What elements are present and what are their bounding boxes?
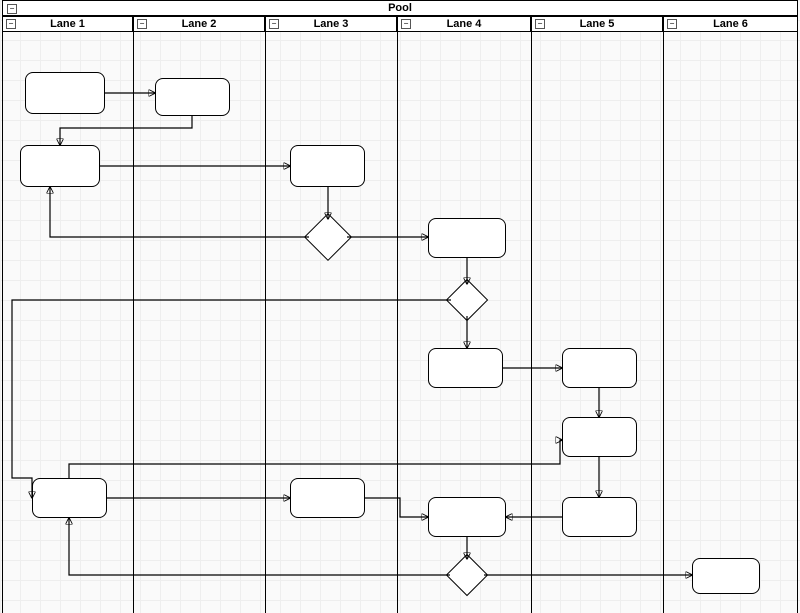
lane-label: Lane 3 xyxy=(314,18,349,30)
pool-border-left xyxy=(2,0,3,613)
task-node[interactable] xyxy=(428,218,506,258)
lane-header-1[interactable]: − Lane 1 xyxy=(2,16,133,32)
edge[interactable] xyxy=(12,300,451,498)
lane-header-2[interactable]: − Lane 2 xyxy=(133,16,265,32)
edge[interactable] xyxy=(69,440,562,478)
lane-divider xyxy=(133,32,134,613)
collapse-icon[interactable]: − xyxy=(137,19,147,29)
task-node[interactable] xyxy=(290,145,365,187)
collapse-icon[interactable]: − xyxy=(269,19,279,29)
edges-layer xyxy=(0,0,800,613)
gateway-node[interactable] xyxy=(446,554,488,596)
lane-divider xyxy=(531,32,532,613)
diagram-canvas[interactable]: − Pool − Lane 1 − Lane 2 − Lane 3 − Lane 4 − Lane… xyxy=(0,0,800,613)
task-node[interactable] xyxy=(25,72,105,114)
lane-header-6[interactable]: − Lane 6 xyxy=(663,16,798,32)
edge[interactable] xyxy=(50,187,309,237)
lane-divider xyxy=(663,32,664,613)
collapse-icon[interactable]: − xyxy=(401,19,411,29)
task-node[interactable] xyxy=(290,478,365,518)
task-node[interactable] xyxy=(32,478,107,518)
collapse-icon[interactable]: − xyxy=(6,19,16,29)
lane-divider xyxy=(265,32,266,613)
lane-header-4[interactable]: − Lane 4 xyxy=(397,16,531,32)
task-node[interactable] xyxy=(155,78,230,116)
collapse-icon[interactable]: − xyxy=(667,19,677,29)
lane-divider xyxy=(397,32,398,613)
collapse-icon[interactable]: − xyxy=(7,4,17,14)
task-node[interactable] xyxy=(692,558,760,594)
lane-label: Lane 4 xyxy=(447,18,482,30)
gateway-node[interactable] xyxy=(446,279,488,321)
lane-header-3[interactable]: − Lane 3 xyxy=(265,16,397,32)
lane-label: Lane 5 xyxy=(580,18,615,30)
pool-border-right xyxy=(797,0,798,613)
gateway-node[interactable] xyxy=(304,213,352,261)
edge[interactable] xyxy=(60,116,192,145)
lane-label: Lane 1 xyxy=(50,18,85,30)
task-node[interactable] xyxy=(562,497,637,537)
edge[interactable] xyxy=(69,518,450,575)
task-node[interactable] xyxy=(428,497,506,537)
task-node[interactable] xyxy=(20,145,100,187)
lane-header-5[interactable]: − Lane 5 xyxy=(531,16,663,32)
task-node[interactable] xyxy=(428,348,503,388)
pool-title: Pool xyxy=(388,2,412,14)
lane-label: Lane 6 xyxy=(713,18,748,30)
collapse-icon[interactable]: − xyxy=(535,19,545,29)
pool-header[interactable]: − Pool xyxy=(2,0,798,16)
task-node[interactable] xyxy=(562,417,637,457)
lane-label: Lane 2 xyxy=(182,18,217,30)
task-node[interactable] xyxy=(562,348,637,388)
